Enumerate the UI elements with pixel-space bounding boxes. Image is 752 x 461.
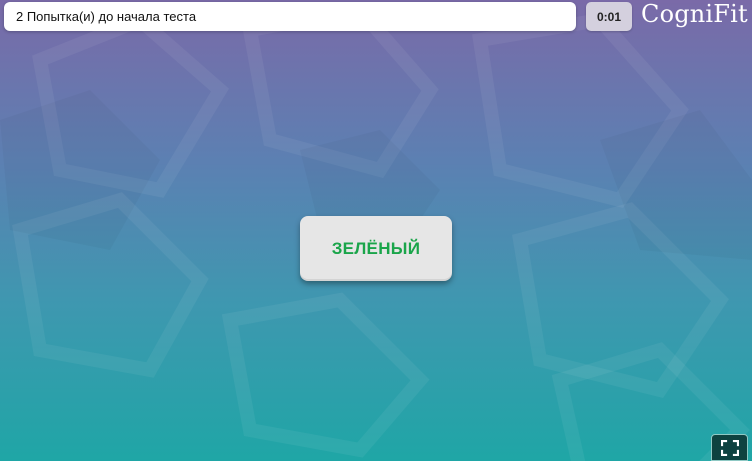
logo-text: CogniFit [641, 0, 748, 28]
timer: 0:01 [586, 2, 632, 31]
cognifit-logo: CogniFit [641, 0, 749, 32]
timer-value: 0:01 [596, 10, 622, 24]
fullscreen-button[interactable] [711, 434, 748, 461]
stimulus-word-card[interactable]: ЗЕЛЁНЫЙ [300, 216, 452, 281]
top-bar: 2 Попытка(и) до начала теста 0:01 CogniF… [0, 0, 752, 34]
stimulus-word: ЗЕЛЁНЫЙ [331, 239, 421, 258]
attempts-status-box: 2 Попытка(и) до начала теста [4, 2, 576, 31]
attempts-status-text: 2 Попытка(и) до начала теста [16, 9, 197, 24]
fullscreen-icon [721, 440, 739, 456]
